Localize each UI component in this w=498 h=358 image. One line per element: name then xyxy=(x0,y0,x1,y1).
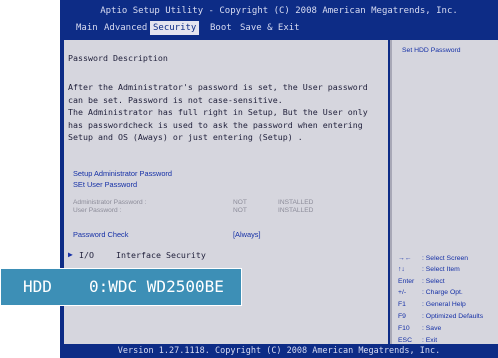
help-key-desc: : Optimized Defaults xyxy=(422,313,484,320)
footer-version: Version 1.27.1118. Copyright (C) 2008 Am… xyxy=(117,346,441,356)
password-description-heading: Password Description xyxy=(68,53,168,63)
user-password-status: NOT xyxy=(233,207,247,214)
help-key: ESC xyxy=(398,337,412,344)
help-key: ↑↓ xyxy=(398,266,405,273)
tab-advanced[interactable]: Advanced xyxy=(104,23,147,33)
submenu-arrow-icon: ▶ xyxy=(68,250,73,259)
hdd-selection-banner[interactable]: HDD 0:WDC WD2500BE xyxy=(0,268,242,306)
io-label[interactable]: I/O xyxy=(79,250,94,260)
help-key-desc: : Select xyxy=(422,278,445,285)
password-description-text: After the Administrator's password is se… xyxy=(68,82,368,143)
help-key-desc: : Save xyxy=(422,325,442,332)
help-key-item: F1 : General Help xyxy=(398,301,466,308)
window-title: Aptio Setup Utility - Copyright (C) 2008… xyxy=(100,6,458,16)
user-password-label: User Password : xyxy=(73,207,122,214)
tab-save-exit[interactable]: Save & Exit xyxy=(240,23,300,33)
help-key-item: F9 : Optimized Defaults xyxy=(398,313,483,320)
tab-bar: Main Advanced Security Boot Save & Exit xyxy=(60,21,498,37)
setup-admin-password-item[interactable]: Setup Administrator Password xyxy=(73,169,172,178)
help-key-desc: : Select Screen xyxy=(422,255,469,262)
hdd-label: HDD xyxy=(23,277,52,296)
admin-password-installed: INSTALLED xyxy=(278,199,314,206)
tab-boot[interactable]: Boot xyxy=(210,23,232,33)
help-key-item: →← : Select Screen xyxy=(398,255,468,262)
help-key-item: F10 : Save xyxy=(398,325,441,332)
help-key-item: ↑↓ : Select Item xyxy=(398,266,460,273)
interface-security-item[interactable]: Interface Security xyxy=(116,250,206,260)
help-key-item: Enter : Select xyxy=(398,278,445,285)
set-user-password-item[interactable]: SEt User Password xyxy=(73,180,137,189)
help-key: +/- xyxy=(398,289,407,296)
password-check-value[interactable]: [Always] xyxy=(233,230,261,239)
user-password-installed: INSTALLED xyxy=(278,207,314,214)
hdd-drive-name: 0:WDC WD2500BE xyxy=(89,277,224,296)
password-check-label[interactable]: Password Check xyxy=(73,230,128,239)
help-key-desc: : General Help xyxy=(422,301,466,308)
help-key: F9 xyxy=(398,313,406,320)
help-key-desc: : Charge Opt. xyxy=(422,289,463,296)
admin-password-status: NOT xyxy=(233,199,247,206)
tab-security[interactable]: Security xyxy=(150,21,200,35)
admin-password-label: Administrator Password : xyxy=(73,199,147,206)
help-panel: Set HDD Password xyxy=(390,40,498,344)
help-key-item: +/- : Charge Opt. xyxy=(398,289,463,296)
help-key: →← xyxy=(398,255,412,262)
help-key: Enter xyxy=(398,278,415,285)
tab-main[interactable]: Main xyxy=(76,23,98,33)
help-key: F1 xyxy=(398,301,406,308)
help-key-desc: : Exit xyxy=(422,337,438,344)
help-title: Set HDD Password xyxy=(402,47,461,54)
help-key: F10 xyxy=(398,325,410,332)
help-key-desc: : Select Item xyxy=(422,266,460,273)
help-key-item: ESC : Exit xyxy=(398,337,437,344)
